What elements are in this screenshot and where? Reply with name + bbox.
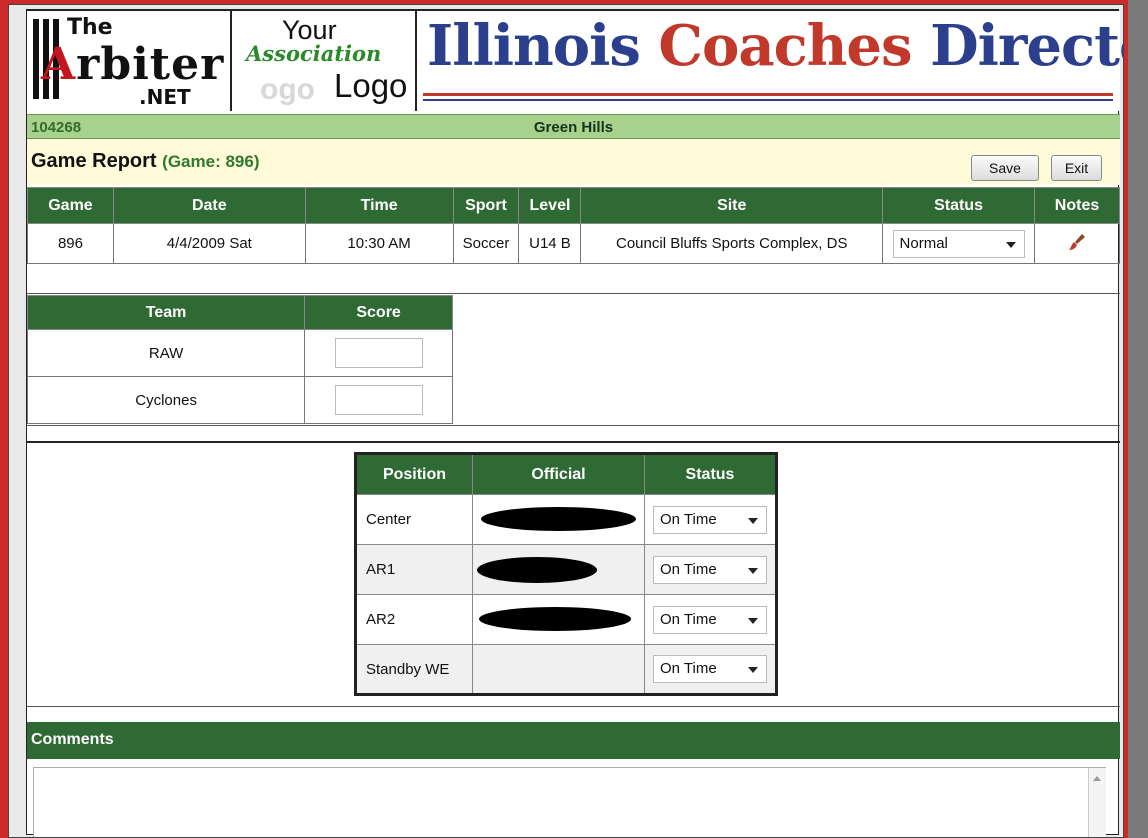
info-strip: Green Hills 104268	[27, 114, 1120, 139]
account-id: 104268	[31, 119, 82, 136]
table-row: Standby WE On Time	[355, 644, 777, 695]
table-row: 896 4/4/2009 Sat 10:30 AM Soccer U14 B C…	[27, 223, 1120, 264]
chevron-down-icon	[748, 567, 758, 574]
redaction-mark	[477, 557, 597, 583]
col-game: Game	[27, 187, 114, 224]
divider	[27, 293, 1120, 294]
chevron-down-icon	[1005, 241, 1016, 248]
chevron-down-icon	[748, 667, 758, 673]
time-cell: 10:30 AM	[304, 223, 454, 264]
chevron-down-icon	[748, 517, 758, 524]
directory-logo: Illinois Coaches Directory	[419, 11, 1123, 111]
game-status-select[interactable]: Normal	[892, 229, 1025, 258]
col-official-status: Status	[644, 453, 777, 495]
school-name: Green Hills	[533, 119, 614, 136]
official-cell	[472, 644, 645, 695]
arbiter-logo-the: The	[67, 15, 113, 40]
sport-cell: Soccer	[452, 223, 520, 264]
team-name: RAW	[26, 329, 306, 377]
title-bar: Game Report (Game: 896) Save Exit	[27, 139, 1120, 185]
col-team: Team	[26, 295, 306, 330]
official-status-select[interactable]: On Time	[653, 655, 767, 683]
comments-textarea[interactable]	[33, 767, 1106, 837]
score-cell	[304, 376, 453, 424]
col-position: Position	[355, 453, 473, 495]
date-cell: 4/4/2009 Sat	[112, 223, 306, 264]
position-cell: AR2	[355, 594, 473, 645]
scrollbar[interactable]	[1088, 768, 1106, 837]
table-row: Cyclones	[26, 376, 453, 424]
team-score-table: Team Score RAW Cyclones	[26, 295, 453, 424]
game-table: Game Date Time Sport Level Site Status N…	[27, 187, 1120, 264]
table-row: AR1 On Time	[355, 544, 777, 595]
position-cell: Center	[355, 494, 473, 545]
level-cell: U14 B	[518, 223, 582, 264]
position-cell: AR1	[355, 544, 473, 595]
col-score: Score	[304, 295, 453, 330]
redaction-mark	[479, 607, 631, 631]
save-button[interactable]: Save	[971, 155, 1039, 181]
col-sport: Sport	[452, 187, 520, 224]
content-panel: The Arbiter .NET ogo Your Association Lo…	[26, 9, 1123, 837]
official-status-select[interactable]: On Time	[653, 555, 767, 584]
site-cell: Council Bluffs Sports Complex, DS	[580, 223, 884, 264]
table-header-row: Team Score	[26, 295, 453, 330]
col-time: Time	[304, 187, 454, 224]
team-name: Cyclones	[26, 376, 306, 424]
directory-logo-title: Illinois Coaches Directory	[427, 13, 1123, 79]
paintbrush-icon[interactable]	[1067, 232, 1087, 252]
status-cell: On Time	[644, 494, 777, 545]
col-status: Status	[882, 187, 1036, 224]
game-section: Game Date Time Sport Level Site Status N…	[27, 187, 1120, 283]
arbiter-logo-net: .NET	[139, 85, 191, 109]
game-number: (Game: 896)	[162, 152, 260, 171]
col-date: Date	[112, 187, 306, 224]
score-input[interactable]	[334, 385, 423, 415]
divider	[423, 93, 1113, 96]
table-header-row: Position Official Status	[355, 453, 777, 495]
table-row: AR2 On Time	[355, 594, 777, 645]
association-logo: ogo Your Association Logo	[234, 11, 417, 111]
divider	[27, 706, 1120, 707]
col-notes: Notes	[1034, 187, 1120, 224]
table-row: RAW	[26, 329, 453, 377]
association-logo-ghost: ogo	[260, 73, 315, 106]
official-cell	[472, 494, 645, 545]
comments-header: Comments	[27, 722, 1120, 759]
arbiter-logo-word: Arbiter	[41, 39, 225, 90]
chevron-up-icon[interactable]	[1093, 776, 1101, 781]
exit-button[interactable]: Exit	[1051, 155, 1102, 181]
table-row: Center On Time	[355, 494, 777, 545]
table-header-row: Game Date Time Sport Level Site Status N…	[27, 187, 1120, 224]
arbiter-logo: The Arbiter .NET	[27, 11, 232, 111]
divider	[27, 441, 1120, 443]
col-official: Official	[472, 453, 645, 495]
status-cell: On Time	[644, 644, 777, 695]
status-cell: On Time	[644, 544, 777, 595]
page: The Arbiter .NET ogo Your Association Lo…	[8, 4, 1124, 838]
position-cell: Standby WE	[355, 644, 473, 695]
divider	[27, 425, 1120, 426]
status-cell: On Time	[644, 594, 777, 645]
score-cell	[304, 329, 453, 377]
association-logo-line2: Association	[246, 41, 382, 66]
notes-cell	[1034, 223, 1120, 264]
redaction-mark	[481, 507, 636, 531]
official-cell	[472, 544, 645, 595]
status-cell: Normal	[882, 223, 1036, 264]
window-scrollbar-area	[1128, 0, 1148, 838]
official-cell	[472, 594, 645, 645]
score-input[interactable]	[334, 338, 423, 368]
header-banner: The Arbiter .NET ogo Your Association Lo…	[27, 11, 1123, 111]
col-level: Level	[518, 187, 582, 224]
page-title: Game Report (Game: 896)	[31, 150, 260, 172]
official-status-select[interactable]: On Time	[653, 505, 767, 534]
official-status-select[interactable]: On Time	[653, 605, 767, 634]
game-cell: 896	[27, 223, 114, 264]
chevron-down-icon	[748, 617, 758, 624]
association-logo-line3: Logo	[334, 67, 408, 104]
col-site: Site	[580, 187, 884, 224]
officials-table: Position Official Status Center On Time …	[354, 452, 778, 696]
divider	[423, 99, 1113, 101]
